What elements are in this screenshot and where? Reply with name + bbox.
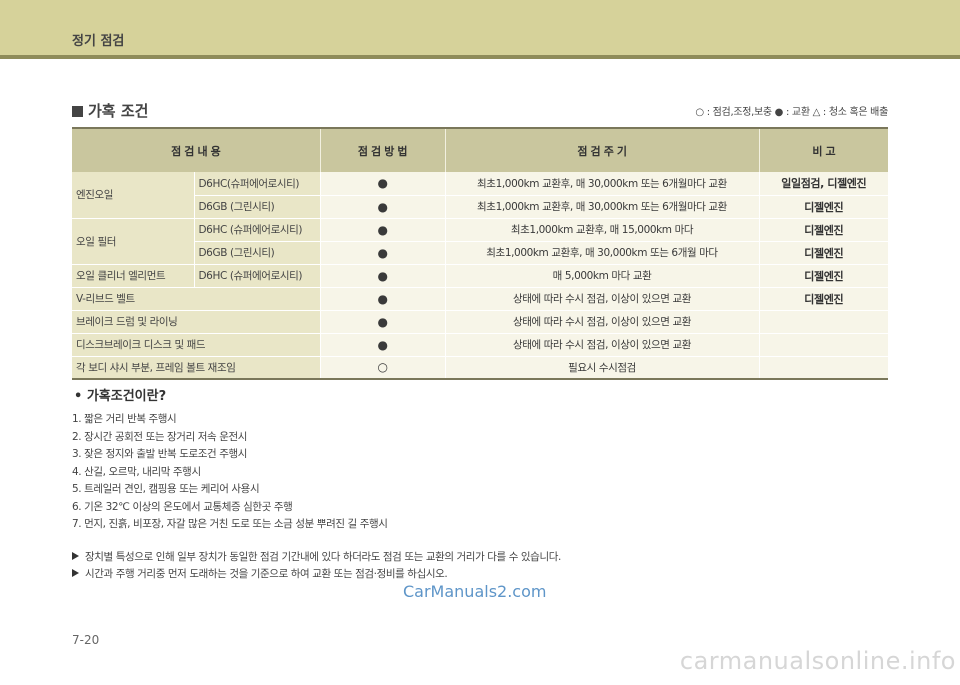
- list-item: 3. 잦은 정지와 출발 반복 도로조건 주행시: [72, 448, 248, 460]
- list-item: 7. 먼지, 진흙, 비포장, 자갈 많은 거친 도로 또는 소금 성분 뿌려진…: [72, 518, 388, 530]
- triangle-bullet-icon: [72, 552, 79, 560]
- note-item: 장치별 특성으로 인해 일부 장치가 동일한 점검 기간내에 있다 하더라도 점…: [72, 549, 561, 566]
- list-item: 5. 트레일러 견인, 캠핑용 또는 케리어 사용시: [72, 483, 260, 495]
- page-number: 7-20: [72, 633, 100, 647]
- maintenance-table: 점 검 내 용 점 검 방 법 점 검 주 기 비 고 엔진오일 D6HC(슈퍼…: [72, 127, 888, 380]
- table-row: 각 보디 샤시 부분, 프레임 볼트 재조임 ○ 필요시 수시점검: [72, 356, 888, 380]
- row-cycle: 상태에 따라 수시 점검, 이상이 있으면 교환: [445, 310, 760, 334]
- note-text: 시간과 주행 거리중 먼저 도래하는 것을 기준으로 하여 교환 또는 점검·정…: [85, 568, 448, 580]
- table-row: 엔진오일 D6HC(슈퍼에어로시티) ● 최초1,000km 교환후, 매 30…: [72, 172, 888, 219]
- row-note: 디젤엔진: [759, 264, 888, 288]
- table-row: D6GB (그린시티) ● 최초1,000km 교환후, 매 30,000km …: [72, 195, 888, 219]
- row-cycle: 최초1,000km 교환후, 매 30,000km 또는 6개월마다 교환: [445, 172, 760, 196]
- section-title-text: 가혹 조건: [88, 102, 149, 120]
- list-item: 2. 장시간 공회전 또는 장거리 저속 운전시: [72, 430, 248, 443]
- row-method: ●: [320, 195, 446, 219]
- row-subitem: D6HC (슈퍼에어로시티): [194, 264, 321, 288]
- row-note: [759, 310, 888, 334]
- row-method: ●: [320, 333, 446, 357]
- table-row: D6GB (그린시티) ● 최초1,000km 교환후, 매 30,000km …: [72, 241, 888, 265]
- row-note: 디젤엔진: [759, 218, 888, 242]
- row-cycle: 최초1,000km 교환후, 매 15,000km 마다: [445, 218, 760, 242]
- header-divider: [0, 55, 960, 59]
- row-item: V-리브드 벨트: [72, 287, 321, 311]
- row-item: 오일 필터: [72, 218, 195, 265]
- row-note: 디젤엔진: [759, 195, 888, 219]
- chapter-title: 정기 점검: [72, 34, 125, 49]
- row-method: ●: [320, 241, 446, 265]
- row-method: ○: [320, 356, 446, 380]
- row-note: 일일점검, 디젤엔진: [759, 172, 888, 196]
- list-item: 4. 산길, 오르막, 내리막 주행시: [72, 465, 201, 478]
- row-method: ●: [320, 264, 446, 288]
- row-note: [759, 333, 888, 357]
- square-bullet-icon: [72, 106, 83, 117]
- symbol-legend: ○ : 점검,조정,보충 ● : 교환 △ : 청소 혹은 배출: [695, 107, 888, 118]
- watermark-text: CarManuals2.com: [403, 582, 547, 601]
- row-item: 디스크브레이크 디스크 및 패드: [72, 333, 321, 357]
- row-item: 오일 클리너 엘리먼트: [72, 264, 195, 288]
- header-cycle: 점 검 주 기: [445, 127, 760, 172]
- table-row: 오일 필터 D6HC (슈퍼에어로시티) ● 최초1,000km 교환후, 매 …: [72, 218, 888, 265]
- note-item: 시간과 주행 거리중 먼저 도래하는 것을 기준으로 하여 교환 또는 점검·정…: [72, 566, 561, 583]
- table-row: 디스크브레이크 디스크 및 패드 ● 상태에 따라 수시 점검, 이상이 있으면…: [72, 333, 888, 357]
- table-row: 오일 클리너 엘리먼트 D6HC (슈퍼에어로시티) ● 매 5,000km 마…: [72, 264, 888, 288]
- row-cycle: 필요시 수시점검: [445, 356, 760, 380]
- row-cycle: 최초1,000km 교환후, 매 30,000km 또는 6개월 마다: [445, 241, 760, 265]
- row-cycle: 상태에 따라 수시 점검, 이상이 있으면 교환: [445, 333, 760, 357]
- triangle-bullet-icon: [72, 569, 79, 577]
- table-header-row: 점 검 내 용 점 검 방 법 점 검 주 기 비 고: [72, 127, 888, 172]
- header-bar: 정기 점검: [0, 0, 960, 55]
- row-subitem: D6HC (슈퍼에어로시티): [194, 218, 321, 242]
- severe-conditions-title: • 가혹조건이란?: [74, 389, 167, 404]
- severe-conditions-list: 1. 짧은 거리 반복 주행시 2. 장시간 공회전 또는 장거리 저속 운전시…: [72, 411, 388, 534]
- row-note: 디젤엔진: [759, 287, 888, 311]
- section-title: 가혹 조건: [72, 100, 148, 121]
- row-subitem: D6HC(슈퍼에어로시티): [194, 172, 321, 196]
- site-watermark: carmanualsonline.info: [679, 647, 956, 675]
- row-method: ●: [320, 172, 446, 196]
- table-row: V-리브드 벨트 ● 상태에 따라 수시 점검, 이상이 있으면 교환 디젤엔진: [72, 287, 888, 311]
- list-item: 1. 짧은 거리 반복 주행시: [72, 413, 177, 425]
- row-cycle: 최초1,000km 교환후, 매 30,000km 또는 6개월마다 교환: [445, 195, 760, 219]
- row-method: ●: [320, 218, 446, 242]
- row-subitem: D6GB (그린시티): [194, 195, 321, 219]
- notes-list: 장치별 특성으로 인해 일부 장치가 동일한 점검 기간내에 있다 하더라도 점…: [72, 549, 561, 583]
- row-method: ●: [320, 287, 446, 311]
- row-item: 브레이크 드럼 및 라이닝: [72, 310, 321, 334]
- header-item: 점 검 내 용: [72, 127, 321, 172]
- row-method: ●: [320, 310, 446, 334]
- row-note: 디젤엔진: [759, 241, 888, 265]
- note-text: 장치별 특성으로 인해 일부 장치가 동일한 점검 기간내에 있다 하더라도 점…: [85, 551, 561, 563]
- row-subitem: D6GB (그린시티): [194, 241, 321, 265]
- list-item: 6. 기온 32℃ 이상의 온도에서 교통체증 심한곳 주행: [72, 500, 293, 513]
- row-cycle: 상태에 따라 수시 점검, 이상이 있으면 교환: [445, 287, 760, 311]
- row-item: 엔진오일: [72, 172, 195, 219]
- row-cycle: 매 5,000km 마다 교환: [445, 264, 760, 288]
- row-note: [759, 356, 888, 380]
- header-note: 비 고: [759, 127, 888, 172]
- row-item: 각 보디 샤시 부분, 프레임 볼트 재조임: [72, 356, 321, 380]
- header-method: 점 검 방 법: [320, 127, 446, 172]
- table-row: 브레이크 드럼 및 라이닝 ● 상태에 따라 수시 점검, 이상이 있으면 교환: [72, 310, 888, 334]
